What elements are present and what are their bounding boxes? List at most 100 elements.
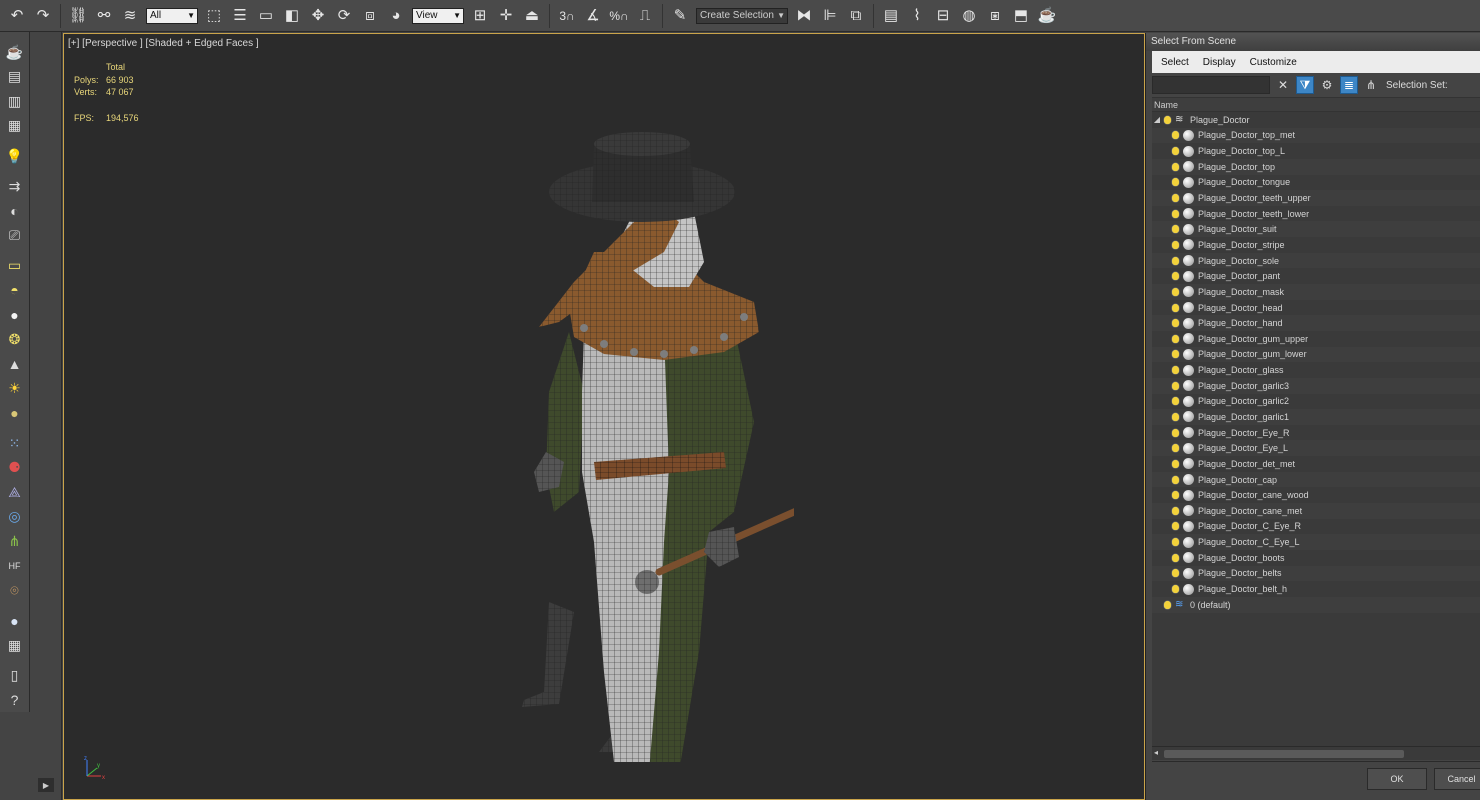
visibility-bulb-icon[interactable] bbox=[1170, 177, 1180, 188]
properties-icon[interactable]: ▦ bbox=[4, 634, 26, 656]
expand-arrow-icon[interactable]: ▶ bbox=[38, 778, 54, 792]
visibility-bulb-icon[interactable] bbox=[1170, 146, 1180, 157]
visibility-bulb-icon[interactable] bbox=[1162, 599, 1172, 610]
tree-child-node[interactable]: Plague_Doctor_stripe bbox=[1152, 237, 1480, 253]
plane-icon[interactable]: ▭ bbox=[4, 255, 26, 277]
bind-spacewarp-icon[interactable]: ≋ bbox=[118, 4, 142, 28]
visibility-bulb-icon[interactable] bbox=[1170, 380, 1180, 391]
tree-child-node[interactable]: Plague_Doctor_gum_lower bbox=[1152, 346, 1480, 363]
pivot-center-icon[interactable]: ⊞ bbox=[468, 4, 492, 28]
display-icon[interactable]: ◐ bbox=[4, 200, 26, 222]
teapot-icon[interactable]: ☕ bbox=[4, 42, 26, 64]
hair-icon[interactable]: ⋔ bbox=[4, 530, 26, 552]
menu-display[interactable]: Display bbox=[1203, 57, 1236, 68]
visibility-bulb-icon[interactable] bbox=[1170, 505, 1180, 516]
visibility-bulb-icon[interactable] bbox=[1170, 521, 1180, 532]
tree-child-node[interactable]: Plague_Doctor_gum_upper bbox=[1152, 331, 1480, 347]
dynamics-icon[interactable]: ⚈ bbox=[4, 457, 26, 479]
scroll-left-icon[interactable]: ◂ bbox=[1154, 748, 1158, 757]
tree-child-node[interactable]: Plague_Doctor_boots bbox=[1152, 550, 1480, 566]
visibility-bulb-icon[interactable] bbox=[1170, 411, 1180, 422]
rect-selection-icon[interactable]: ▭ bbox=[254, 4, 278, 28]
hair-fur-icon[interactable]: HF bbox=[4, 555, 26, 577]
visibility-bulb-icon[interactable] bbox=[1170, 255, 1180, 266]
scrollbar-thumb[interactable] bbox=[1164, 750, 1404, 758]
visibility-bulb-icon[interactable] bbox=[1170, 443, 1180, 454]
placement-icon[interactable]: ◕ bbox=[384, 4, 408, 28]
search-input[interactable] bbox=[1152, 76, 1270, 94]
hemisphere-icon[interactable]: ◓ bbox=[4, 280, 26, 302]
tree-child-node[interactable]: Plague_Doctor_tongue bbox=[1152, 175, 1480, 191]
visibility-bulb-icon[interactable] bbox=[1170, 333, 1180, 344]
visibility-bulb-icon[interactable] bbox=[1170, 161, 1180, 172]
spinner-snap-icon[interactable]: ⎍ bbox=[633, 4, 657, 28]
visibility-bulb-icon[interactable] bbox=[1170, 568, 1180, 579]
mirror-icon[interactable]: ⧓ bbox=[792, 4, 816, 28]
collapse-triangle-icon[interactable]: ◢ bbox=[1152, 115, 1162, 124]
tree-child-node[interactable]: Plague_Doctor_top bbox=[1152, 158, 1480, 175]
geosphere-icon[interactable]: ❂ bbox=[4, 329, 26, 351]
rotate-icon[interactable]: ⟳ bbox=[332, 4, 356, 28]
tree-child-node[interactable]: Plague_Doctor_cap bbox=[1152, 471, 1480, 488]
sun-icon[interactable]: ☀ bbox=[4, 378, 26, 400]
help-icon[interactable]: ? bbox=[4, 689, 26, 711]
visibility-bulb-icon[interactable] bbox=[1170, 584, 1180, 595]
visibility-bulb-icon[interactable] bbox=[1170, 490, 1180, 501]
visibility-bulb-icon[interactable] bbox=[1170, 208, 1180, 219]
tree-child-node[interactable]: Plague_Doctor_hand bbox=[1152, 315, 1480, 331]
tree-child-node[interactable]: Plague_Doctor_suit bbox=[1152, 221, 1480, 238]
layer-manager-icon[interactable]: ⧉ bbox=[844, 4, 868, 28]
dialog-title[interactable]: Select From Scene bbox=[1146, 33, 1480, 51]
tree-child-node[interactable]: Plague_Doctor_belt_h bbox=[1152, 581, 1480, 597]
move-icon[interactable]: ✥ bbox=[306, 4, 330, 28]
bones-icon[interactable]: ⌾ bbox=[4, 579, 26, 601]
tree-child-node[interactable]: Plague_Doctor_garlic1 bbox=[1152, 409, 1480, 425]
tree-child-node[interactable]: Plague_Doctor_glass bbox=[1152, 362, 1480, 378]
tree-child-node[interactable]: Plague_Doctor_sole bbox=[1152, 252, 1480, 269]
tree-child-node[interactable]: Plague_Doctor_garlic2 bbox=[1152, 394, 1480, 410]
visibility-bulb-icon[interactable] bbox=[1170, 271, 1180, 282]
perspective-viewport[interactable]: [+] [Perspective ] [Shaded + Edged Faces… bbox=[63, 33, 1145, 800]
tree-child-node[interactable]: Plague_Doctor_det_met bbox=[1152, 456, 1480, 472]
render-setup-icon[interactable]: ⧆ bbox=[983, 4, 1007, 28]
menu-select[interactable]: Select bbox=[1161, 57, 1189, 68]
keyboard-shortcut-icon[interactable]: ⏏ bbox=[520, 4, 544, 28]
motion-icon[interactable]: ⇉ bbox=[4, 176, 26, 198]
camera-icon[interactable]: ⎚ bbox=[4, 225, 26, 247]
material-editor-icon[interactable]: ◍ bbox=[957, 4, 981, 28]
visibility-bulb-icon[interactable] bbox=[1170, 396, 1180, 407]
visibility-bulb-icon[interactable] bbox=[1170, 474, 1180, 485]
window-crossing-icon[interactable]: ◧ bbox=[280, 4, 304, 28]
tree-child-node[interactable]: Plague_Doctor_Eye_L bbox=[1152, 440, 1480, 457]
tree-child-node[interactable]: Plague_Doctor_top_L bbox=[1152, 143, 1480, 159]
particles-icon[interactable]: ⁙ bbox=[4, 432, 26, 454]
undo-icon[interactable]: ↶ bbox=[5, 4, 29, 28]
tree-child-node[interactable]: Plague_Doctor_mask bbox=[1152, 284, 1480, 300]
tree-child-node[interactable]: Plague_Doctor_teeth_upper bbox=[1152, 190, 1480, 206]
grid-icon[interactable]: ▦ bbox=[4, 115, 26, 137]
scene-explorer-icon[interactable]: ▤ bbox=[4, 66, 26, 88]
scene-explorer-icon[interactable]: ▤ bbox=[879, 4, 903, 28]
tree-child-node[interactable]: Plague_Doctor_C_Eye_L bbox=[1152, 534, 1480, 550]
scale-icon[interactable]: ⧈ bbox=[358, 4, 382, 28]
cloth-icon[interactable]: ⟁ bbox=[4, 481, 26, 503]
cone-icon[interactable]: ▲ bbox=[4, 353, 26, 375]
layer-explorer-icon[interactable]: ▥ bbox=[4, 91, 26, 113]
visibility-bulb-icon[interactable] bbox=[1170, 302, 1180, 313]
visibility-bulb-icon[interactable] bbox=[1170, 537, 1180, 548]
visibility-bulb-icon[interactable] bbox=[1170, 224, 1180, 235]
visibility-bulb-icon[interactable] bbox=[1170, 239, 1180, 250]
snap-3d-icon[interactable]: 3∩ bbox=[555, 4, 579, 28]
visibility-bulb-icon[interactable] bbox=[1170, 130, 1180, 141]
filter-funnel-icon[interactable]: ⧩ bbox=[1296, 76, 1314, 94]
tree-child-node[interactable]: Plague_Doctor_cane_met bbox=[1152, 503, 1480, 519]
rendered-frame-icon[interactable]: ⬒ bbox=[1009, 4, 1033, 28]
redo-icon[interactable]: ↷ bbox=[31, 4, 55, 28]
percent-snap-icon[interactable]: %∩ bbox=[607, 4, 631, 28]
layers-toggle-icon[interactable]: ≣ bbox=[1340, 76, 1358, 94]
tree-child-node[interactable]: Plague_Doctor_cane_wood bbox=[1152, 487, 1480, 503]
tree-child-node[interactable]: Plague_Doctor_garlic3 bbox=[1152, 377, 1480, 394]
tree-root-node[interactable]: ◢ ≋ Plague_Doctor bbox=[1152, 112, 1480, 128]
visibility-bulb-icon[interactable] bbox=[1170, 318, 1180, 329]
visibility-bulb-icon[interactable] bbox=[1170, 458, 1180, 469]
